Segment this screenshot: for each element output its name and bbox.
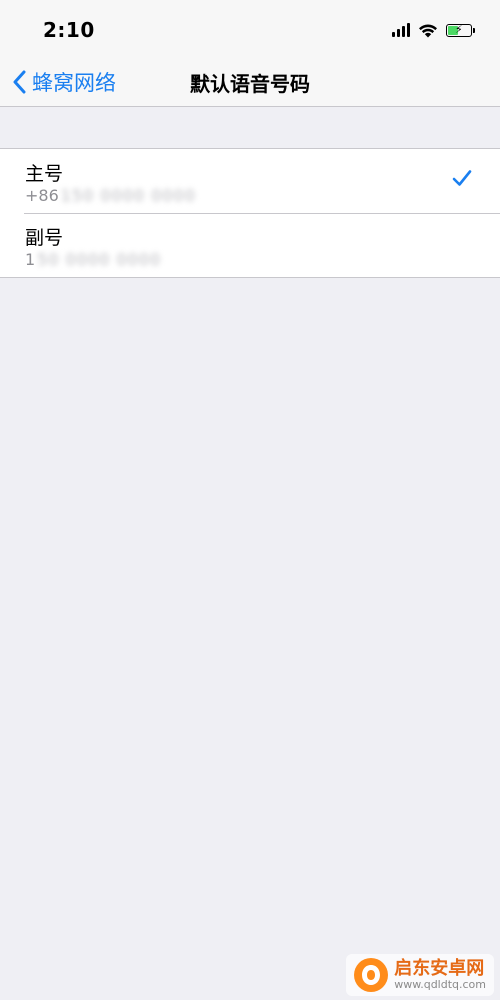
checkmark-icon [452,170,472,186]
watermark-name: 启东安卓网 [394,957,485,979]
line-number-prefix: 1 [25,250,36,269]
cellular-signal-icon [392,23,410,37]
screen: 2:10 ⚡ 蜂窝网络 默认语音号码 主号 +86 150 0000 0000 … [0,0,500,1000]
site-logo-icon [354,958,389,992]
navigation-bar: 蜂窝网络 默认语音号码 [0,58,500,107]
status-icons: ⚡ [392,19,475,41]
line-title: 主号 [25,163,64,185]
line-number: +86 150 0000 0000 [25,186,196,205]
battery-charging-icon: ⚡ [446,22,475,37]
line-number-masked: 150 0000 0000 [60,186,196,205]
line-number-prefix: +86 [25,186,59,205]
status-time: 2:10 [43,18,95,42]
list-item-secondary-line[interactable]: 副号 1 50 0000 0000 [0,213,500,277]
status-bar: 2:10 ⚡ [0,0,500,58]
watermark-text: 启东安卓网 www.qdldtq.com [394,957,486,991]
page-title: 默认语音号码 [190,72,310,96]
line-title: 副号 [25,227,64,249]
site-watermark: 启东安卓网 www.qdldtq.com [346,954,494,996]
voice-line-list: 主号 +86 150 0000 0000 副号 1 50 0000 0000 [0,148,500,278]
charging-bolt-icon: ⚡ [455,22,463,36]
list-item-primary-line[interactable]: 主号 +86 150 0000 0000 [0,149,500,213]
wifi-icon [419,24,437,37]
watermark-url: www.qdldtq.com [394,977,486,991]
line-number: 1 50 0000 0000 [25,250,161,269]
line-number-masked: 50 0000 0000 [37,250,162,269]
